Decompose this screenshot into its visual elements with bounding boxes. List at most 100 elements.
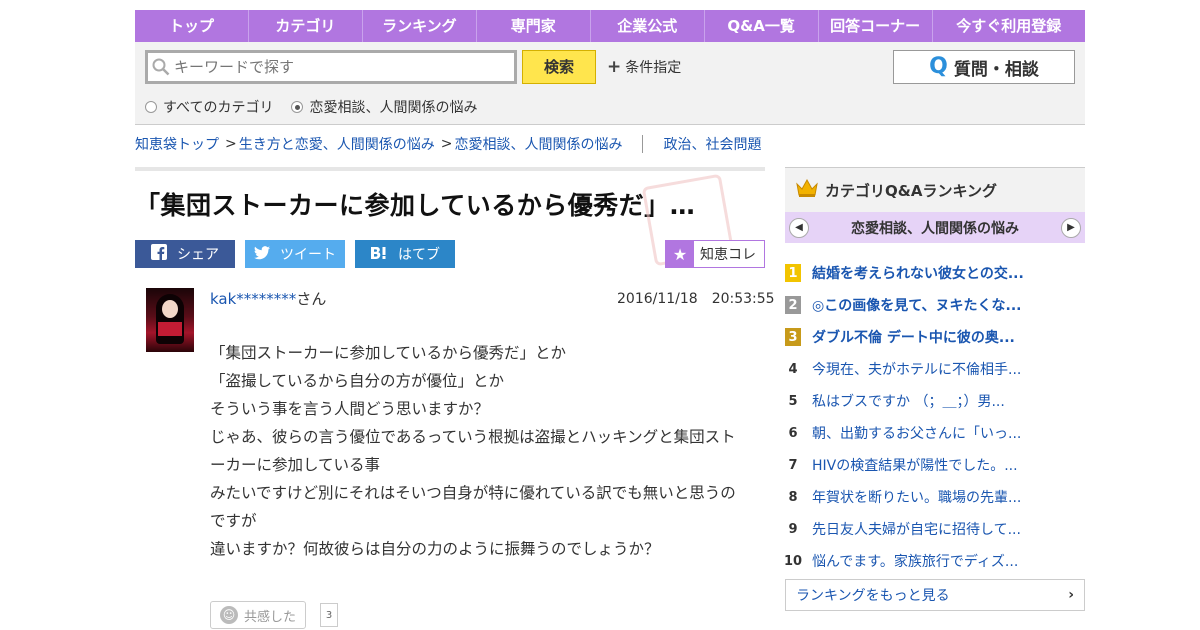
breadcrumb: 知恵袋トップ > 生き方と恋愛、人間関係の悩み > 恋愛相談、人間関係の悩み 政…	[135, 134, 761, 154]
rank-badge: 3	[785, 328, 801, 346]
nav-category[interactable]: カテゴリ	[249, 10, 363, 42]
search-button[interactable]: 検索	[522, 50, 596, 84]
rank-number: 9	[788, 521, 798, 537]
content-divider	[135, 167, 765, 171]
empathy-label: 共感した	[243, 609, 296, 625]
breadcrumb-divider	[642, 135, 644, 153]
rank-number: 8	[788, 489, 798, 505]
ranking-item[interactable]: 4 今現在、夫がホテルに不倫相手...	[785, 353, 1085, 385]
q-logo-icon: Q	[929, 54, 948, 79]
facebook-icon	[151, 244, 167, 264]
ranking-item[interactable]: 3 ダブル不倫 デート中に彼の奥...	[785, 321, 1085, 353]
rank-link[interactable]: 先日友人夫婦が自宅に招待して...	[812, 519, 1021, 539]
rank-link[interactable]: ◎この画像を見て、ヌキたくな...	[812, 295, 1021, 315]
empathy-count: 3	[320, 603, 338, 627]
breadcrumb-item[interactable]: 知恵袋トップ	[135, 134, 219, 154]
ranking-item[interactable]: 10 悩んでます。家族旅行でディズ...	[783, 545, 1085, 577]
nav-qa-list[interactable]: Q&A一覧	[705, 10, 819, 42]
search-panel: 検索 + 条件指定 Q 質問・相談 すべてのカテゴリ 恋愛相談、人間関係の悩み	[135, 42, 1085, 125]
nav-experts[interactable]: 専門家	[477, 10, 591, 42]
question-author: kak********さん	[210, 288, 326, 309]
body-line: 違いますか？何故彼らは自分の力のように振舞うのでしょうか？	[210, 540, 660, 558]
ask-label: 質問・相談	[953, 59, 1039, 80]
radio-all-categories[interactable]: すべてのカテゴリ	[145, 97, 273, 117]
share-label: ツイート	[280, 247, 336, 263]
rank-badge: 1	[785, 264, 801, 282]
condition-label: 条件指定	[625, 60, 682, 76]
rank-number: 4	[788, 361, 798, 377]
search-box[interactable]	[145, 50, 517, 84]
rank-link[interactable]: 年賀状を断りたい。職場の先輩...	[812, 487, 1021, 507]
breadcrumb-item[interactable]: 恋愛相談、人間関係の悩み	[454, 134, 622, 154]
rank-number: 7	[788, 457, 798, 473]
more-ranking-link[interactable]: ランキングをもっと見る ›	[785, 579, 1085, 611]
ranking-sidebar: カテゴリQ&Aランキング ◀ 恋愛相談、人間関係の悩み ▶ 1 結婚を考えられない…	[783, 167, 1085, 611]
radio-label: すべてのカテゴリ	[163, 100, 274, 116]
rank-badge: 2	[785, 296, 801, 314]
nav-ranking[interactable]: ランキング	[363, 10, 477, 42]
smile-icon: ☺	[219, 606, 238, 624]
ranking-item[interactable]: 9 先日友人夫婦が自宅に招待して...	[785, 513, 1085, 545]
twitter-bird-icon	[254, 245, 270, 264]
more-label: ランキングをもっと見る	[796, 588, 950, 604]
ranking-item[interactable]: 5 私はブスですか （；＿；）男...	[785, 385, 1085, 417]
breadcrumb-separator: >	[440, 136, 453, 152]
twitter-share-button[interactable]: ツイート	[245, 240, 345, 268]
next-category-button[interactable]: ▶	[1061, 217, 1081, 238]
radio-current-category[interactable]: 恋愛相談、人間関係の悩み	[291, 97, 477, 117]
rank-number: 6	[788, 425, 798, 441]
crown-icon	[795, 178, 819, 202]
ask-question-button[interactable]: Q 質問・相談	[893, 50, 1075, 84]
rank-link[interactable]: 結婚を考えられない彼女との交...	[812, 263, 1024, 283]
chiekore-label: 知恵コレ	[700, 247, 756, 263]
body-line: じゃあ、彼らの言う優位であるっていう根拠は盗撮とハッキングと集団ストーカーに参加…	[210, 428, 736, 474]
post-datetime: 2016/11/18 20:53:55	[617, 291, 775, 307]
ranking-item[interactable]: 8 年賀状を断りたい。職場の先輩...	[785, 481, 1085, 513]
author-suffix: さん	[296, 290, 327, 308]
radio-label: 恋愛相談、人間関係の悩み	[309, 100, 478, 116]
ranking-item[interactable]: 1 結婚を考えられない彼女との交...	[785, 257, 1085, 289]
rank-link[interactable]: 私はブスですか （；＿；）男...	[812, 391, 1005, 411]
search-icon	[148, 53, 174, 81]
rank-link[interactable]: HIVの検査結果が陽性でした。...	[812, 455, 1018, 475]
radio-button-selected[interactable]	[291, 101, 304, 113]
prev-category-button[interactable]: ◀	[789, 217, 809, 238]
rank-link[interactable]: 朝、出勤するお父さんに「いっ...	[812, 423, 1021, 443]
rank-number: 10	[783, 553, 803, 569]
ranking-category-switcher: ◀ 恋愛相談、人間関係の悩み ▶	[785, 212, 1085, 243]
ranking-category: 恋愛相談、人間関係の悩み	[851, 220, 1019, 237]
share-label: シェア	[177, 247, 219, 263]
ranking-item[interactable]: 6 朝、出勤するお父さんに「いっ...	[785, 417, 1085, 449]
breadcrumb-related[interactable]: 政治、社会問題	[663, 134, 761, 154]
rank-number: 5	[788, 393, 798, 409]
chevron-right-icon: ›	[1068, 587, 1074, 603]
rank-link[interactable]: 今現在、夫がホテルに不倫相手...	[812, 359, 1021, 379]
hatena-bookmark-button[interactable]: はてブ	[355, 240, 455, 268]
condition-link[interactable]: + 条件指定	[607, 57, 681, 77]
empathy-button[interactable]: ☺ 共感した	[210, 601, 306, 629]
share-label: はてブ	[398, 247, 440, 263]
author-link[interactable]: kak********	[210, 290, 296, 308]
nav-answer-corner[interactable]: 回答コーナー	[819, 10, 933, 42]
global-nav: トップ カテゴリ ランキング 専門家 企業公式 Q&A一覧 回答コーナー 今すぐ…	[135, 10, 1085, 42]
nav-register[interactable]: 今すぐ利用登録	[933, 10, 1085, 42]
ranking-item[interactable]: 2 ◎この画像を見て、ヌキたくな...	[785, 289, 1085, 321]
ranking-title: カテゴリQ&Aランキング	[825, 181, 997, 200]
ranking-item[interactable]: 7 HIVの検査結果が陽性でした。...	[785, 449, 1085, 481]
avatar[interactable]	[146, 288, 194, 352]
breadcrumb-separator: >	[225, 136, 237, 152]
ranking-header: カテゴリQ&Aランキング	[785, 167, 1085, 212]
chiekore-button[interactable]: ★ 知恵コレ	[665, 240, 765, 268]
category-radio-group: すべてのカテゴリ 恋愛相談、人間関係の悩み	[145, 97, 477, 117]
nav-top[interactable]: トップ	[135, 10, 249, 42]
rank-link[interactable]: 悩んでます。家族旅行でディズ...	[812, 551, 1018, 571]
facebook-share-button[interactable]: シェア	[135, 240, 235, 268]
plus-icon: +	[607, 56, 622, 77]
ranking-list: 1 結婚を考えられない彼女との交... 2 ◎この画像を見て、ヌキたくな... 3ダ…	[783, 257, 1085, 577]
body-line: 「集団ストーカーに参加しているから優秀だ」とか	[210, 344, 567, 362]
rank-link[interactable]: ダブル不倫 デート中に彼の奥...	[812, 327, 1015, 347]
breadcrumb-item[interactable]: 生き方と恋愛、人間関係の悩み	[239, 134, 435, 154]
search-input[interactable]	[174, 58, 504, 76]
radio-button[interactable]	[145, 101, 157, 113]
nav-official[interactable]: 企業公式	[591, 10, 705, 42]
